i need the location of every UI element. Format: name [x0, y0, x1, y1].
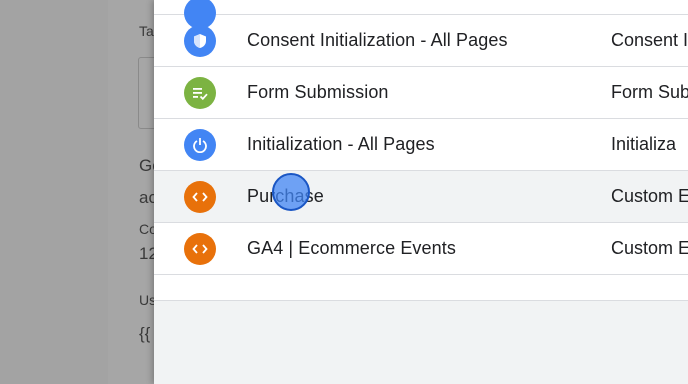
background-value: {{ — [139, 324, 151, 343]
click-indicator — [272, 173, 310, 211]
trigger-picker-panel: Consent Initialization - All Pages Conse… — [154, 0, 688, 384]
form-submit-icon — [184, 77, 216, 109]
power-icon — [184, 129, 216, 161]
code-icon — [184, 181, 216, 213]
trigger-type: Form Sub — [611, 82, 688, 102]
trigger-row[interactable]: Form Submission Form Sub — [154, 67, 688, 119]
trigger-row[interactable] — [154, 0, 688, 29]
trigger-row[interactable]: Consent Initialization - All Pages Conse… — [154, 15, 688, 67]
trigger-name: Initialization - All Pages — [247, 134, 435, 154]
trigger-row[interactable]: Initialization - All Pages Initializa — [154, 119, 688, 171]
trigger-row[interactable]: GA4 | Ecommerce Events Custom E — [154, 223, 688, 275]
trigger-name: Form Submission — [247, 82, 389, 102]
trigger-type: Custom E — [611, 186, 688, 206]
trigger-row[interactable]: Purchase Custom E — [154, 171, 688, 223]
trigger-type: Consent I — [611, 30, 688, 50]
trigger-name: GA4 | Ecommerce Events — [247, 238, 456, 258]
background-label: Ta — [139, 23, 154, 39]
shield-icon — [184, 25, 216, 57]
trigger-name: Consent Initialization - All Pages — [247, 30, 508, 50]
trigger-type: Initializa — [611, 134, 677, 154]
trigger-type: Custom E — [611, 238, 688, 258]
trigger-list: Consent Initialization - All Pages Conse… — [154, 0, 688, 301]
code-icon — [184, 233, 216, 265]
